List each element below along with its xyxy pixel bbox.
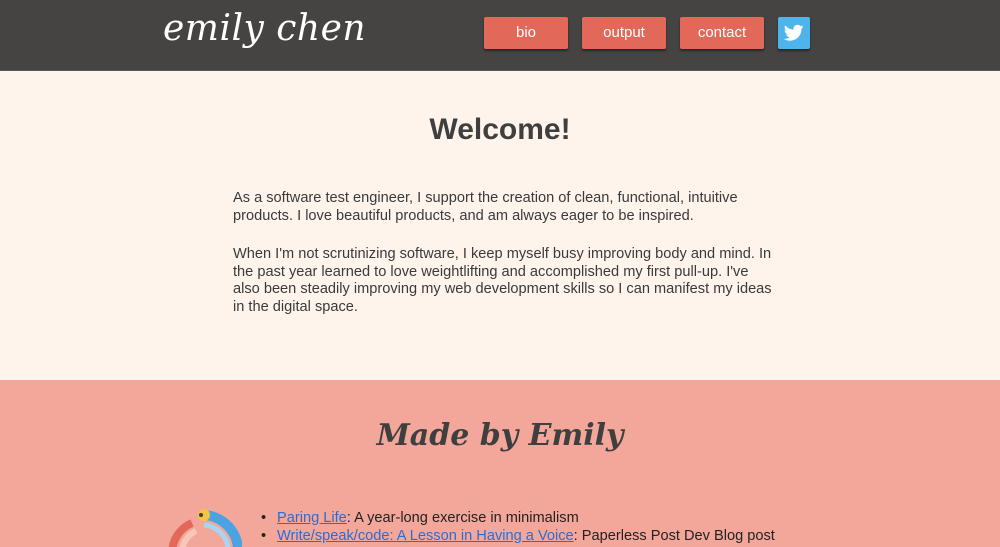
made-by-section: Made by Emily • Paring Life: A year-long…: [0, 380, 1000, 547]
top-nav-bar: emily chen bio output contact: [0, 0, 1000, 71]
nav-output-button[interactable]: output: [582, 17, 666, 49]
project-list: • Paring Life: A year-long exercise in m…: [259, 509, 775, 545]
welcome-title: Welcome!: [429, 113, 571, 146]
list-item: • Paring Life: A year-long exercise in m…: [261, 510, 579, 526]
project-badge-icon: [168, 509, 242, 547]
twitter-bird-icon: [784, 24, 804, 41]
list-item-desc: : A year-long exercise in minimalism: [346, 510, 579, 526]
intro-paragraph: As a software test engineer, I support t…: [233, 190, 738, 224]
twitter-button[interactable]: [778, 17, 810, 49]
paring-life-link[interactable]: Paring Life: [277, 510, 347, 526]
hobbies-paragraph: When I'm not scrutinizing software, I ke…: [233, 246, 772, 315]
nav-contact-button[interactable]: contact: [680, 17, 764, 49]
list-item: • Write/speak/code: A Lesson in Having a…: [261, 528, 775, 544]
made-by-title: Made by Emily: [376, 418, 624, 453]
site-logo[interactable]: emily chen: [163, 8, 366, 49]
list-item-desc: : Paperless Post Dev Blog post: [573, 528, 775, 544]
nav-bio-button[interactable]: bio: [484, 17, 568, 49]
write-speak-code-link[interactable]: Write/speak/code: A Lesson in Having a V…: [277, 528, 574, 544]
welcome-section: Welcome! As a software test engineer, I …: [0, 72, 1000, 380]
